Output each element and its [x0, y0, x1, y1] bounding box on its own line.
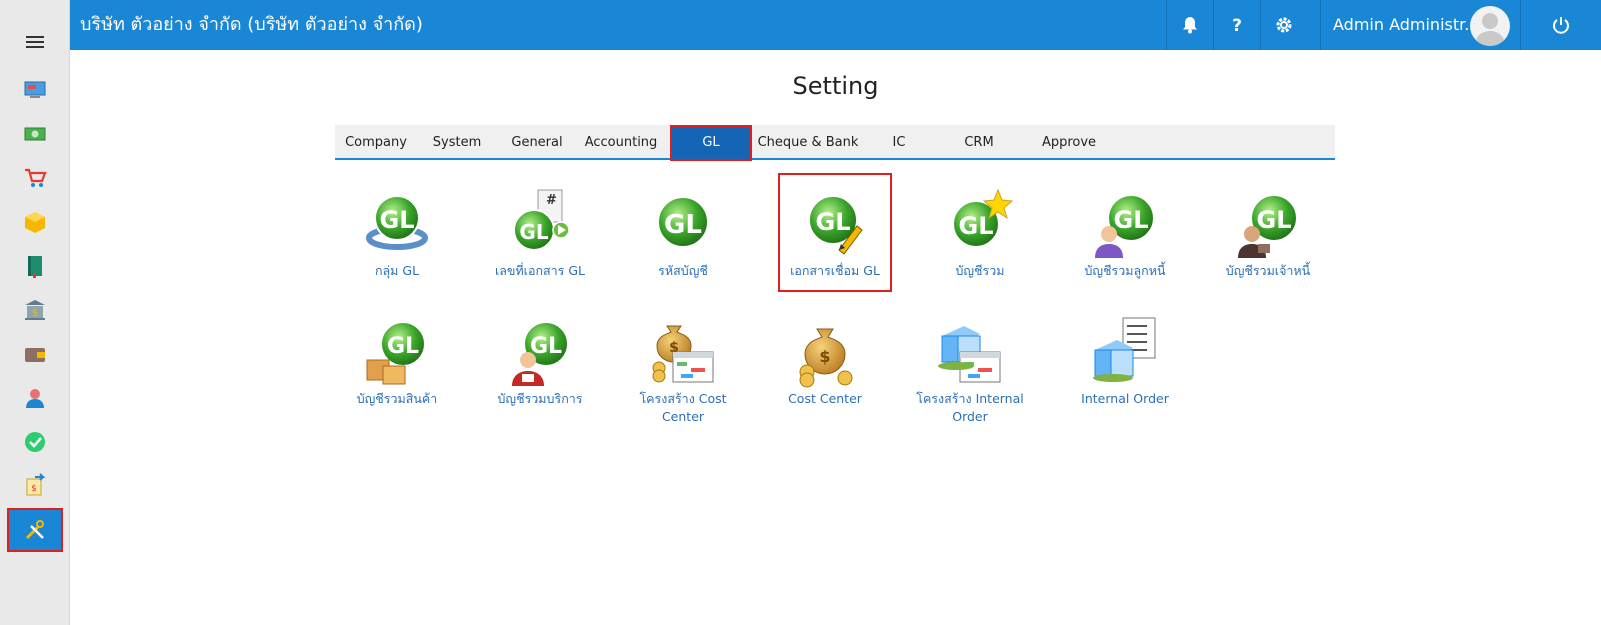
tile-gl-service[interactable]: GL บัญชีรวมบริการ	[475, 316, 605, 408]
box-icon[interactable]	[9, 202, 61, 242]
tab-cheque-bank[interactable]: Cheque & Bank	[752, 125, 864, 160]
svg-text:GL: GL	[1114, 206, 1149, 234]
tile-label: บัญชีรวมเจ้าหนี้	[1225, 263, 1311, 278]
cost-center-structure-icon: $	[652, 325, 714, 383]
svg-text:GL: GL	[1257, 206, 1292, 234]
gl-doc-number-icon: # GL	[513, 189, 570, 251]
tile-label: บัญชีรวมบริการ	[497, 391, 583, 406]
gl-consolidated-icon: GL	[952, 188, 1014, 248]
tile-internal-order-structure[interactable]: โครงสร้าง Internal Order	[905, 316, 1035, 426]
dashboard-icon[interactable]	[9, 70, 61, 110]
svg-text:$: $	[819, 347, 830, 366]
gl-account-code-icon: GL	[657, 196, 709, 248]
transfer-icon[interactable]: $	[9, 466, 61, 506]
tile-gl-consolidated[interactable]: GL บัญชีรวม	[915, 188, 1045, 280]
tile-label: เอกสารเชื่อม GL	[790, 263, 880, 278]
svg-text:GL: GL	[816, 208, 851, 236]
gl-link-doc-icon: GL	[808, 195, 863, 255]
tile-label: เลขที่เอกสาร GL	[494, 263, 586, 278]
svg-text:?: ?	[1232, 16, 1242, 35]
tile-cost-center-structure[interactable]: $ โครงสร้าง Cost Center	[618, 316, 748, 426]
tile-gl-group[interactable]: GL กลุ่ม GL	[332, 188, 462, 280]
tile-label: บัญชีรวม	[955, 263, 1005, 278]
cart-icon[interactable]	[9, 158, 61, 198]
gear-icon[interactable]	[1260, 0, 1307, 50]
gl-service-icon: GL	[512, 321, 569, 386]
svg-text:GL: GL	[519, 220, 548, 244]
svg-text:GL: GL	[530, 334, 562, 359]
tile-cost-center[interactable]: $ Cost Center	[760, 316, 890, 408]
tools-icon[interactable]	[7, 508, 63, 552]
tile-gl-doc-number[interactable]: # GL เลขที่เอกสาร GL	[475, 188, 605, 280]
svg-text:GL: GL	[664, 210, 702, 240]
tile-label: บัญชีรวมลูกหนี้	[1084, 263, 1166, 278]
tab-bar: Company System General Accounting GL Che…	[335, 125, 1335, 161]
book-icon[interactable]	[9, 246, 61, 286]
tile-label: กลุ่ม GL	[374, 263, 420, 278]
cost-center-icon: $	[799, 328, 853, 388]
users-icon[interactable]	[9, 378, 61, 418]
tab-approve[interactable]: Approve	[1024, 125, 1114, 160]
tile-gl-debtor[interactable]: GL บัญชีรวมลูกหนี้	[1060, 188, 1190, 280]
tile-label: รหัสบัญชี	[658, 263, 708, 278]
tab-system[interactable]: System	[417, 125, 497, 160]
money-icon[interactable]	[9, 114, 61, 154]
tile-gl-account-code[interactable]: GL รหัสบัญชี	[618, 188, 748, 280]
svg-text:$: $	[32, 308, 38, 319]
tile-gl-link-doc[interactable]: GL เอกสารเชื่อม GL	[778, 173, 892, 292]
tile-label: บัญชีรวมสินค้า	[356, 391, 438, 406]
svg-text:GL: GL	[380, 206, 415, 234]
tab-general[interactable]: General	[497, 125, 577, 160]
tab-accounting[interactable]: Accounting	[577, 125, 665, 160]
power-icon[interactable]	[1520, 0, 1601, 50]
approve-icon[interactable]	[9, 422, 61, 462]
sidebar: $ $	[0, 0, 70, 625]
gl-debtor-icon: GL	[1095, 194, 1155, 258]
svg-text:GL: GL	[387, 334, 419, 359]
top-bar: บริษัท ตัวอย่าง จำกัด (บริษัท ตัวอย่าง จ…	[70, 0, 1601, 50]
tab-crm[interactable]: CRM	[944, 125, 1014, 160]
tab-gl[interactable]: GL	[670, 125, 752, 161]
tile-label: โครงสร้าง Internal Order	[916, 391, 1024, 424]
svg-text:$: $	[31, 484, 37, 494]
page-title: Setting	[792, 72, 879, 100]
bank-icon[interactable]: $	[9, 290, 61, 330]
user-name[interactable]: Admin Administr...	[1320, 0, 1545, 50]
help-icon[interactable]: ?	[1213, 0, 1260, 50]
internal-order-icon	[1093, 317, 1156, 382]
tile-internal-order[interactable]: Internal Order	[1060, 316, 1190, 408]
tile-gl-creditor[interactable]: GL บัญชีรวมเจ้าหนี้	[1203, 188, 1333, 280]
tab-ic[interactable]: IC	[864, 125, 934, 160]
gl-group-icon: GL	[366, 195, 428, 250]
internal-order-structure-icon	[938, 326, 1001, 383]
bell-icon[interactable]	[1166, 0, 1213, 50]
company-name: บริษัท ตัวอย่าง จำกัด (บริษัท ตัวอย่าง จ…	[80, 14, 423, 35]
tile-label: Internal Order	[1081, 391, 1169, 406]
tile-gl-product[interactable]: GL บัญชีรวมสินค้า	[332, 316, 462, 408]
svg-text:GL: GL	[959, 212, 994, 240]
menu-icon[interactable]	[9, 22, 61, 62]
tab-company[interactable]: Company	[335, 125, 417, 160]
wallet-icon[interactable]	[9, 334, 61, 374]
svg-text:#: #	[546, 193, 557, 208]
gl-product-icon: GL	[366, 321, 426, 385]
tile-label: Cost Center	[788, 391, 862, 406]
tile-label: โครงสร้าง Cost Center	[639, 391, 727, 424]
gl-creditor-icon: GL	[1238, 194, 1298, 258]
avatar[interactable]	[1470, 6, 1510, 46]
